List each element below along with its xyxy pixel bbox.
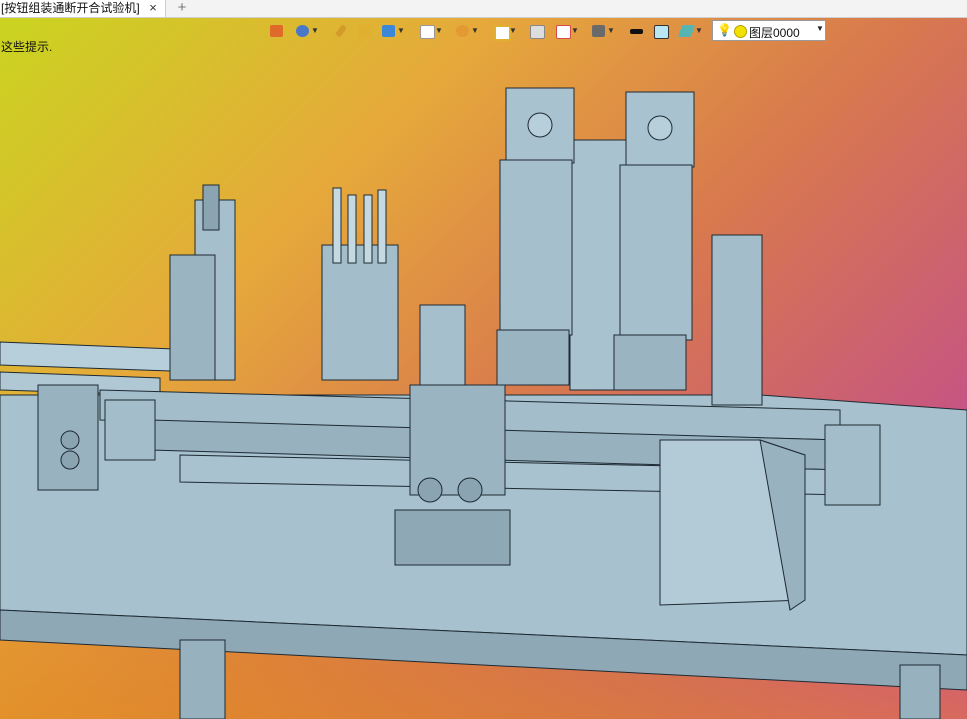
shade-icon[interactable] [356,22,374,40]
material-icon[interactable]: ▼ [677,22,703,40]
document-tab-title: [按钮组装通断开合试验机] [1,1,140,15]
view-orient-icon[interactable]: ▼ [294,22,319,40]
layer-color-icon [734,25,747,38]
cube-icon[interactable]: ▼ [418,22,443,40]
section-icon[interactable] [528,22,546,40]
split-icon[interactable]: ▼ [554,22,579,40]
machine-model [0,87,967,719]
close-icon[interactable]: × [146,0,160,16]
document-tab[interactable]: [按钮组装通断开合试验机] × [0,0,166,17]
solid-icon[interactable]: ▼ [380,22,405,40]
display-icon[interactable]: ▼ [590,22,615,40]
exit-icon[interactable] [268,22,286,40]
pen-icon[interactable] [332,22,350,40]
layer-select[interactable]: 💡 图层0000 ▼ [712,20,826,41]
render-icon[interactable]: ▼ [454,22,479,40]
line-color-icon[interactable] [628,22,646,40]
zoom-fit-icon[interactable]: ▼ [492,22,517,41]
bulb-icon[interactable]: 💡 [717,23,732,37]
fill-color-icon[interactable] [652,22,670,40]
document-tab-bar: [按钮组装通断开合试验机] × + [0,0,967,18]
chevron-down-icon[interactable]: ▼ [816,24,824,33]
hint-text: 这些提示. [1,40,53,54]
layer-name: 图层0000 [749,26,800,40]
new-tab-icon[interactable]: + [175,0,189,16]
